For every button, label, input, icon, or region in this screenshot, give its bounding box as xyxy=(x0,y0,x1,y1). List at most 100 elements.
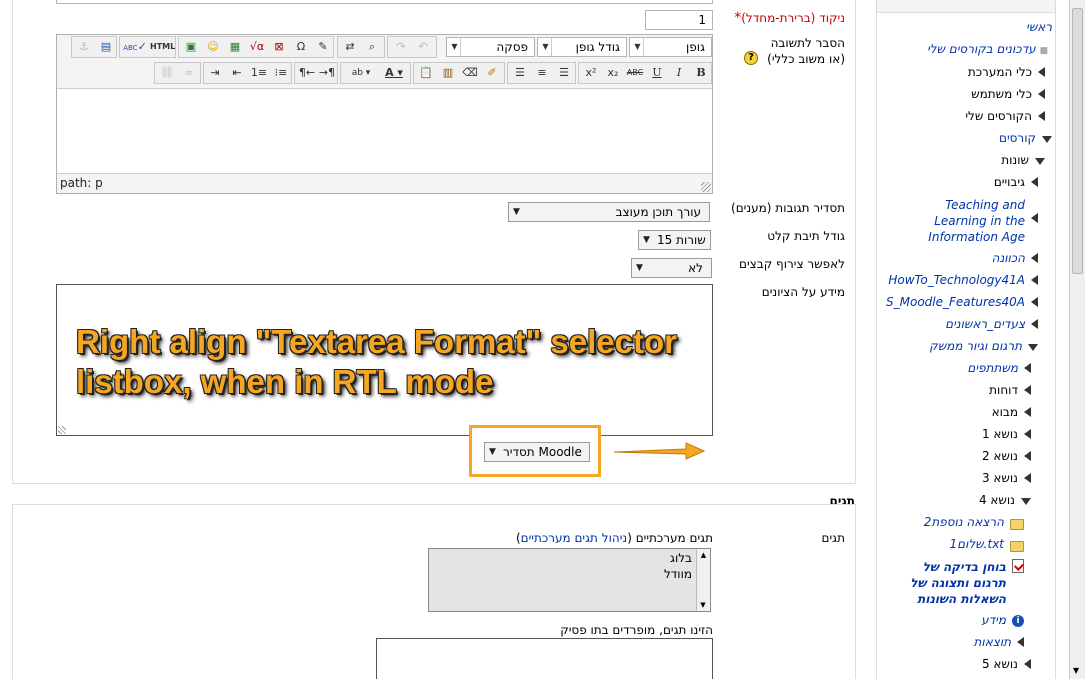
editor-textarea[interactable] xyxy=(57,88,712,174)
input-size-select[interactable]: ▼ 15 שורות xyxy=(638,230,711,250)
scroll-down-icon[interactable]: ▼ xyxy=(1073,666,1079,675)
sidebar-item[interactable]: דוחות xyxy=(989,383,1031,397)
sidebar-item-label[interactable]: תרגום וגיור ממשק xyxy=(929,339,1022,353)
sidebar-item[interactable]: HowTo_Technology41A xyxy=(888,273,1038,287)
indent-icon[interactable]: ⇥ xyxy=(205,64,225,82)
sidebar-item[interactable]: נושא 5 xyxy=(982,657,1031,671)
sidebar-item-label[interactable]: HowTo_Technology41A xyxy=(888,273,1025,287)
equation-icon[interactable]: √α xyxy=(247,38,267,56)
unlink-icon[interactable]: ⛓ xyxy=(157,64,177,82)
scrollbar-thumb[interactable] xyxy=(1072,8,1083,274)
sidebar-item[interactable]: הקורסים שלי xyxy=(965,109,1045,123)
collapsed-arrow-icon[interactable] xyxy=(1024,385,1031,395)
sidebar-item[interactable]: כלי משתמש xyxy=(971,87,1045,101)
allow-attachments-select[interactable]: ▼ לא xyxy=(631,258,712,278)
sidebar-item[interactable]: מבוא xyxy=(992,405,1031,419)
sidebar-item-label[interactable]: בוחן בדיקה של תרגום ותצוגה של השאלות השו… xyxy=(896,559,1006,607)
sidebar-item[interactable]: Teaching and Learning in the Information… xyxy=(925,197,1038,245)
link-icon[interactable]: ∞ xyxy=(179,64,199,82)
expanded-arrow-icon[interactable] xyxy=(1035,158,1045,165)
align-left-icon[interactable]: ☰ xyxy=(554,64,574,82)
sidebar-item[interactable]: תרגום וגיור ממשק xyxy=(929,339,1038,353)
sidebar-item-label[interactable]: כלי משתמש xyxy=(971,87,1032,101)
resize-grip-icon[interactable] xyxy=(58,426,66,434)
collapsed-arrow-icon[interactable] xyxy=(1031,297,1038,307)
answer-format-select[interactable]: ▼ עורך תוכן מעוצב xyxy=(508,202,710,222)
spellcheck-icon[interactable]: ABC✓ xyxy=(122,38,148,56)
collapsed-arrow-icon[interactable] xyxy=(1031,177,1038,187)
official-tags-list[interactable]: בלוג מוודל ▲ ▼ xyxy=(428,548,711,612)
collapsed-arrow-icon[interactable] xyxy=(1031,319,1038,329)
text-color-icon[interactable]: A ▾ xyxy=(379,64,409,82)
anchor-icon[interactable]: ⚓ xyxy=(74,38,94,56)
sidebar-item-label[interactable]: דוחות xyxy=(989,383,1018,397)
collapsed-arrow-icon[interactable] xyxy=(1024,429,1031,439)
collapsed-arrow-icon[interactable] xyxy=(1031,275,1038,285)
nav-home[interactable]: ראשי xyxy=(1026,20,1052,34)
clean-icon[interactable]: ✐ xyxy=(482,64,502,82)
collapsed-arrow-icon[interactable] xyxy=(1038,111,1045,121)
sidebar-item-label[interactable]: מבוא xyxy=(992,405,1018,419)
sidebar-item-label[interactable]: שונות xyxy=(1001,153,1029,167)
nonbreak-icon[interactable]: ⊠ xyxy=(269,38,289,56)
sidebar-item[interactable]: נושא 1 xyxy=(982,427,1031,441)
sidebar-item-label[interactable]: נושא 3 xyxy=(982,471,1018,485)
scroll-up-icon[interactable]: ▲ xyxy=(697,549,710,561)
manage-tags-link[interactable]: ניהול תגים מערכתיים xyxy=(521,531,628,545)
find-replace-icon[interactable]: ⇄ xyxy=(340,38,360,56)
sidebar-item-label[interactable]: צעדים_ראשונים xyxy=(945,317,1025,331)
fullscreen-icon[interactable]: ▤ xyxy=(96,38,116,56)
sidebar-item-label[interactable]: תוצאות xyxy=(974,635,1011,649)
sidebar-item[interactable]: הרצאה נוספת2 xyxy=(924,515,1024,530)
sidebar-item-label[interactable]: הקורסים שלי xyxy=(965,109,1032,123)
collapsed-arrow-icon[interactable] xyxy=(1024,363,1031,373)
sidebar-item[interactable]: שלום1.txt xyxy=(949,537,1024,552)
sidebar-item[interactable]: נושא 3 xyxy=(982,471,1031,485)
help-icon[interactable]: ? xyxy=(744,51,758,65)
score-input[interactable]: 1 xyxy=(645,10,713,30)
align-center-icon[interactable]: ≡ xyxy=(532,64,552,82)
sidebar-item[interactable]: כלי המערכת xyxy=(968,65,1045,79)
page-scrollbar[interactable]: ▼ xyxy=(1069,0,1085,679)
sidebar-item-label[interactable]: הכוונה xyxy=(992,251,1025,265)
other-tags-textarea[interactable] xyxy=(376,638,713,679)
underline-button[interactable]: U xyxy=(647,64,667,82)
list-item[interactable]: בלוג xyxy=(670,551,692,565)
bold-button[interactable]: B xyxy=(691,64,711,82)
list-scrollbar[interactable]: ▲ ▼ xyxy=(696,549,710,611)
outdent-icon[interactable]: ⇤ xyxy=(227,64,247,82)
resize-grip-icon[interactable] xyxy=(701,182,711,192)
search-icon[interactable]: ⌕ xyxy=(362,38,382,56)
align-right-icon[interactable]: ☰ xyxy=(510,64,530,82)
collapsed-arrow-icon[interactable] xyxy=(1038,89,1045,99)
sidebar-item[interactable]: צעדים_ראשונים xyxy=(945,317,1038,331)
redo-icon[interactable]: ↷ xyxy=(391,38,411,56)
number-list-icon[interactable]: 1≡ xyxy=(249,64,269,82)
sidebar-item-label[interactable]: קורסים xyxy=(999,131,1036,145)
textarea-format-select[interactable]: ▼ תסדיר Moodle xyxy=(484,442,590,462)
sidebar-item-label[interactable]: S_Moodle_Features40A xyxy=(886,295,1025,309)
paste-text-icon[interactable]: ▥ xyxy=(438,64,458,82)
sidebar-item[interactable]: בוחן בדיקה של תרגום ותצוגה של השאלות השו… xyxy=(896,559,1024,607)
sidebar-item[interactable]: שונות xyxy=(1001,153,1045,167)
sidebar-item-label[interactable]: נושא 5 xyxy=(982,657,1018,671)
sidebar-item[interactable]: נושא 2 xyxy=(982,449,1031,463)
sidebar-item-label[interactable]: שלום1.txt xyxy=(949,537,1004,551)
font-select[interactable]: ▼ גופן xyxy=(629,37,712,57)
sidebar-item[interactable]: גיבויים xyxy=(994,175,1038,189)
collapsed-arrow-icon[interactable] xyxy=(1038,67,1045,77)
scroll-down-icon[interactable]: ▼ xyxy=(697,599,709,611)
sidebar-item[interactable]: מידע i xyxy=(981,613,1024,627)
sidebar-item[interactable]: S_Moodle_Features40A xyxy=(886,295,1038,309)
collapsed-arrow-icon[interactable] xyxy=(1024,451,1031,461)
italic-button[interactable]: I xyxy=(669,64,689,82)
ltr-icon[interactable]: ¶← xyxy=(297,64,317,82)
sidebar-item[interactable]: קורסים xyxy=(999,131,1052,145)
expanded-arrow-icon[interactable] xyxy=(1042,136,1052,143)
strike-button[interactable]: ABC xyxy=(625,64,645,82)
sidebar-item-label[interactable]: נושא 4 xyxy=(979,493,1015,507)
subscript-button[interactable]: x₂ xyxy=(603,64,623,82)
collapsed-arrow-icon[interactable] xyxy=(1024,659,1031,669)
nav-course-updates-label[interactable]: עדכונים בקורסים שלי xyxy=(927,42,1036,56)
folder-icon[interactable] xyxy=(1010,519,1024,530)
